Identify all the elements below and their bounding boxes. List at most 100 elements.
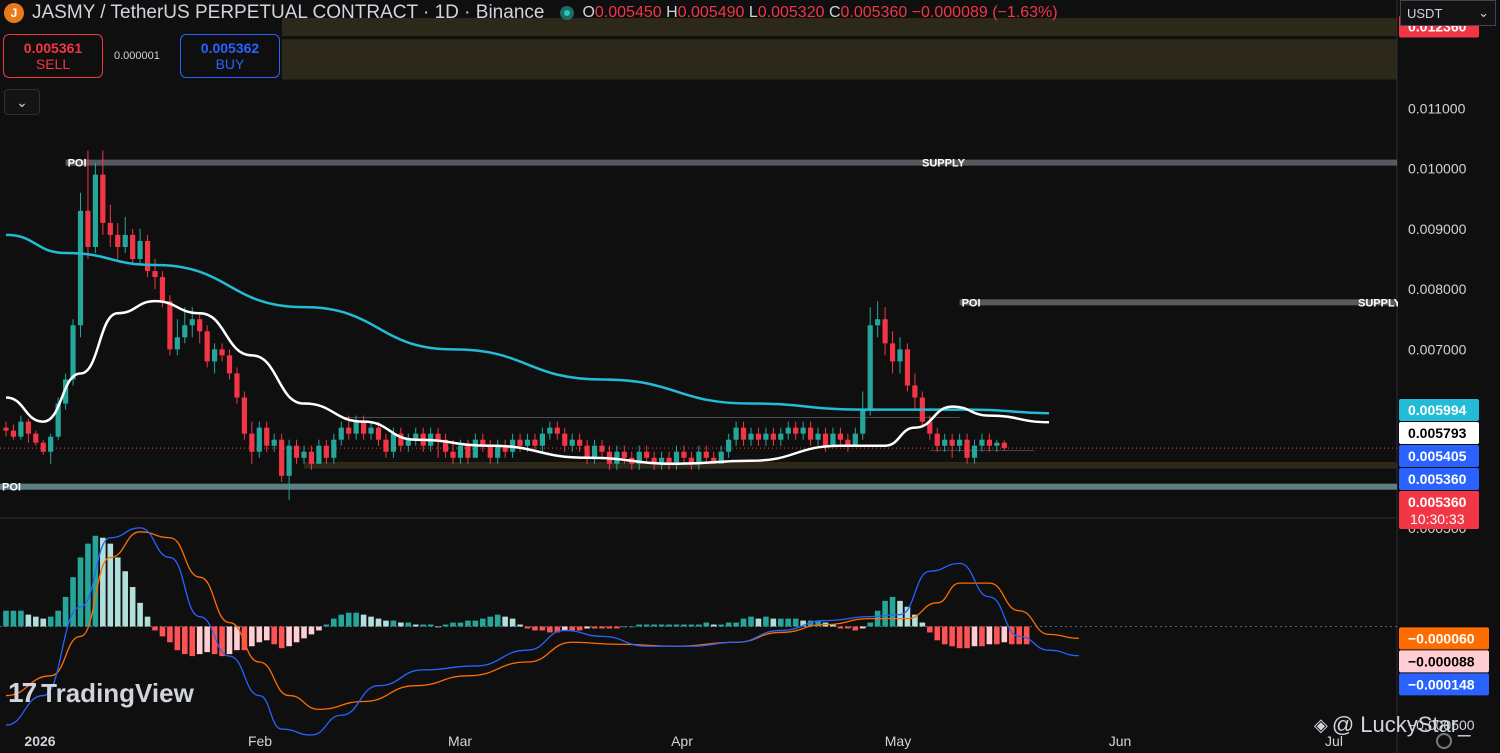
candle-body: [465, 445, 471, 458]
histogram-bar: [778, 618, 784, 627]
candle-body: [554, 427, 560, 434]
histogram-bar: [33, 616, 39, 627]
candle-body: [778, 433, 784, 440]
histogram-bar: [189, 626, 196, 657]
candle-body: [40, 442, 46, 452]
histogram-bar: [666, 624, 672, 627]
candle-body: [621, 451, 627, 458]
level-label: SUPPLY: [1358, 297, 1402, 309]
supply-zone-upper: [282, 39, 1397, 80]
histogram-bar: [763, 616, 769, 627]
histogram-bar: [703, 622, 710, 627]
candle-body: [673, 451, 680, 464]
histogram-bar: [494, 614, 501, 627]
candle-body: [70, 325, 76, 380]
price-label: 0.005793: [1408, 425, 1467, 441]
candle-body: [435, 433, 441, 440]
candle-body: [390, 433, 396, 452]
histogram-bar: [845, 626, 851, 629]
candle-body: [599, 445, 605, 452]
histogram-bar: [174, 626, 181, 651]
histogram-bar: [688, 624, 695, 627]
histogram-bar: [62, 596, 69, 627]
price-label: 0.005360: [1408, 494, 1467, 510]
chart-header: J JASMY / TetherUS PERPETUAL CONTRACT · …: [0, 0, 1058, 26]
level-label: POI: [2, 482, 21, 494]
candle-body: [934, 433, 940, 446]
histogram-bar: [576, 626, 583, 631]
candle-body: [353, 421, 359, 434]
histogram-bar: [733, 622, 739, 627]
histogram-bar: [770, 618, 777, 627]
histogram-bar: [457, 622, 464, 627]
histogram-bar: [383, 620, 389, 627]
level-band-1: [959, 299, 1397, 306]
histogram-bar: [651, 624, 657, 627]
histogram-bar: [472, 620, 479, 627]
histogram-bar: [1001, 626, 1008, 643]
candle-body: [361, 421, 367, 434]
candle-body: [174, 337, 180, 350]
candle-body: [308, 451, 315, 464]
histogram-bar: [18, 610, 24, 627]
candle-body: [852, 433, 858, 446]
candle-body: [957, 439, 963, 446]
currency-selector[interactable]: USDT ⌄: [1400, 0, 1496, 26]
candle-body: [994, 442, 1000, 446]
histogram-bar: [532, 626, 538, 631]
histogram-bar: [271, 626, 277, 645]
histogram-bar: [591, 626, 598, 629]
histogram-bar: [263, 626, 270, 641]
histogram-bar: [517, 624, 523, 627]
histogram-bar: [167, 626, 173, 643]
histogram-bar: [755, 618, 762, 627]
settings-icon[interactable]: [1436, 733, 1452, 749]
candle-body: [837, 433, 843, 440]
histogram-bar: [725, 622, 732, 627]
candle-body: [517, 439, 523, 446]
price-tick: 0.008000: [1408, 281, 1467, 297]
symbol-title[interactable]: JASMY / TetherUS PERPETUAL CONTRACT · 1D…: [32, 2, 544, 24]
candle-body: [234, 373, 240, 398]
candle-body: [763, 433, 769, 440]
levels: POI SUPPLY POI SUPPLY POI: [0, 158, 1402, 627]
candle-body: [584, 445, 590, 458]
histogram-bar: [107, 543, 114, 627]
sell-button[interactable]: 0.005361 SELL: [3, 34, 103, 78]
chart-canvas[interactable]: POI SUPPLYPOI SUPPLYPOI 0.0110000.0100000.…: [0, 0, 1500, 753]
tradingview-logo[interactable]: 17 TradingView: [8, 677, 194, 709]
histogram-bar: [368, 616, 374, 627]
candle-body: [897, 349, 903, 362]
histogram-bar: [420, 624, 426, 627]
histogram-bar: [502, 616, 508, 627]
histogram-bar: [360, 614, 367, 627]
level-band-0: [65, 159, 1398, 166]
histogram-bar: [979, 626, 985, 647]
histogram-bar: [85, 543, 91, 627]
histogram-bar: [547, 626, 553, 633]
candle-body: [204, 331, 210, 362]
price-tick: 0.011000: [1408, 100, 1466, 116]
histogram-bar: [353, 612, 359, 627]
candle-body: [130, 234, 136, 259]
histogram-bar: [658, 624, 665, 627]
candle-body: [562, 433, 568, 446]
collapse-button[interactable]: ⌄: [4, 89, 40, 115]
candle-body: [10, 430, 17, 437]
histogram-bar: [882, 600, 888, 627]
histogram-bar: [785, 618, 792, 627]
histogram-bar: [629, 626, 635, 628]
histogram-bar: [792, 618, 799, 627]
candle-body: [860, 409, 866, 434]
candle-body: [375, 427, 382, 440]
candle-body: [197, 319, 203, 332]
histogram-bar: [256, 626, 263, 643]
candles: [3, 150, 1007, 500]
buy-button[interactable]: 0.005362 BUY: [180, 34, 280, 78]
histogram-bar: [1023, 626, 1030, 645]
histogram-bar: [599, 626, 605, 629]
price-label: 0.005360: [1408, 471, 1467, 487]
histogram-bar: [584, 626, 590, 629]
candle-body: [271, 439, 277, 446]
candle-body: [681, 451, 687, 458]
